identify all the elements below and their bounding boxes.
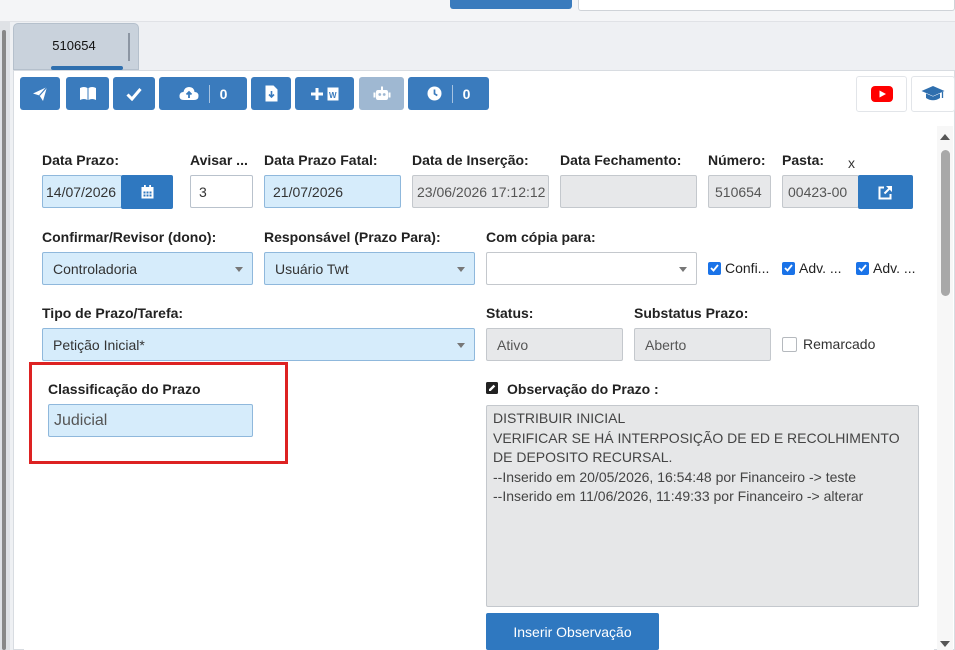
responsavel-value: Usuário Twt (275, 260, 349, 277)
cloud-upload-button[interactable]: 0 (159, 77, 247, 110)
check-icon (126, 87, 142, 101)
add-word-button[interactable]: W (295, 77, 354, 110)
pasta-clear-button[interactable]: x (848, 155, 855, 171)
left-scrollbar[interactable] (2, 30, 6, 650)
check-button[interactable] (113, 77, 155, 110)
observacao-line: --Inserido em 20/05/2026, 16:54:48 por F… (493, 468, 857, 485)
plus-icon (311, 87, 323, 100)
graduation-cap-icon (921, 86, 945, 101)
avisar-label: Avisar ... (190, 152, 248, 168)
remarcado-label: Remarcado (803, 336, 876, 352)
classificacao-input[interactable]: Judicial (48, 404, 253, 437)
scroll-up-arrow-icon[interactable] (939, 132, 951, 141)
panel-scrollbar-thumb[interactable] (941, 150, 950, 296)
top-search-input[interactable] (578, 0, 955, 11)
numero-input: 510654 (708, 175, 771, 208)
youtube-icon (870, 86, 893, 102)
data-fechamento-input (560, 175, 697, 208)
observacao-line: --Inserido em 11/06/2026, 11:49:33 por F… (493, 488, 864, 504)
checkbox-checked-icon[interactable] (782, 261, 795, 275)
pasta-label: Pasta: (782, 152, 825, 168)
clock-count: 0 (462, 85, 471, 102)
tipo-prazo-label: Tipo de Prazo/Tarefa: (42, 305, 184, 321)
svg-text:W: W (329, 91, 337, 100)
data-prazo-fatal-input[interactable]: 21/07/2026 (264, 175, 401, 208)
confirmar-revisor-label: Confirmar/Revisor (dono): (42, 229, 217, 245)
data-prazo-input[interactable]: 14/07/2026 (42, 175, 122, 208)
chevron-down-icon (679, 267, 687, 272)
check-adv-1[interactable]: Adv. ... (782, 260, 842, 276)
observacao-label: Observação do Prazo : (507, 381, 659, 397)
chevron-down-icon (235, 267, 243, 272)
substatus-input: Aberto (634, 328, 771, 361)
data-insercao-label: Data de Inserção: (412, 152, 529, 168)
clock-icon (427, 86, 442, 101)
responsavel-select[interactable]: Usuário Twt (264, 252, 475, 285)
confirmar-revisor-select[interactable]: Controladoria (42, 252, 253, 285)
check-adv-2-label: Adv. ... (873, 260, 916, 276)
pasta-input: 00423-00 (782, 175, 859, 208)
data-prazo-fatal-label: Data Prazo Fatal: (264, 152, 378, 168)
calendar-icon (141, 185, 153, 199)
training-button[interactable] (911, 76, 955, 112)
com-copia-select[interactable] (486, 252, 697, 285)
book-open-icon (79, 87, 96, 100)
responsavel-label: Responsável (Prazo Para): (264, 229, 441, 245)
tipo-prazo-select[interactable]: Petição Inicial* (42, 328, 475, 361)
remarcado-check[interactable]: Remarcado (782, 336, 875, 352)
tipo-prazo-value: Petição Inicial* (53, 336, 145, 353)
confirmar-revisor-value: Controladoria (53, 260, 138, 277)
scroll-down-arrow-icon[interactable] (939, 640, 951, 648)
external-link-icon (878, 185, 892, 199)
record-tab-label: 510654 (52, 38, 96, 53)
data-insercao-input: 23/06/2026 17:12:12 (412, 175, 549, 208)
clock-button[interactable]: 0 (408, 77, 489, 110)
tab-active-indicator (51, 66, 123, 70)
com-copia-label: Com cópia para: (486, 229, 596, 245)
data-fechamento-label: Data Fechamento: (560, 152, 682, 168)
chevron-down-icon (457, 343, 465, 348)
download-file-button[interactable] (251, 77, 291, 110)
upload-count: 0 (219, 85, 228, 102)
observacao-line: VERIFICAR SE HÁ INTERPOSIÇÃO DE ED E REC… (493, 429, 904, 466)
numero-label: Número: (708, 152, 766, 168)
checkbox-checked-icon[interactable] (856, 261, 869, 275)
youtube-button[interactable] (856, 76, 907, 112)
data-prazo-label: Data Prazo: (42, 152, 120, 168)
check-adv-2[interactable]: Adv. ... (856, 260, 916, 276)
edit-icon (486, 382, 498, 394)
word-doc-icon: W (327, 87, 339, 100)
observacao-line: DISTRIBUIR INICIAL (493, 410, 626, 426)
checkbox-unchecked-icon[interactable] (782, 336, 797, 352)
date-picker-button[interactable] (121, 175, 173, 209)
check-adv-1-label: Adv. ... (799, 260, 842, 276)
classificacao-label: Classificação do Prazo (48, 381, 201, 397)
book-button[interactable] (66, 77, 109, 110)
open-pasta-button[interactable] (858, 175, 913, 209)
checkbox-checked-icon[interactable] (708, 261, 721, 275)
robot-icon (373, 86, 390, 100)
status-input: Ativo (486, 328, 623, 361)
avisar-input[interactable]: 3 (190, 175, 253, 208)
observacao-textarea[interactable]: DISTRIBUIR INICIAL VERIFICAR SE HÁ INTER… (486, 405, 919, 607)
robot-button[interactable] (359, 77, 404, 110)
check-confirmar[interactable]: Confi... (708, 260, 769, 276)
file-download-icon (265, 85, 277, 102)
substatus-label: Substatus Prazo: (634, 305, 749, 321)
cloud-upload-icon (179, 87, 199, 100)
send-button[interactable] (20, 77, 60, 110)
chevron-down-icon (457, 267, 465, 272)
paper-plane-icon (33, 86, 48, 101)
check-confirmar-label: Confi... (725, 260, 770, 276)
inserir-observacao-button[interactable]: Inserir Observação (486, 613, 659, 650)
status-label: Status: (486, 305, 534, 321)
top-button[interactable] (450, 0, 572, 9)
tab-separator (128, 33, 130, 61)
